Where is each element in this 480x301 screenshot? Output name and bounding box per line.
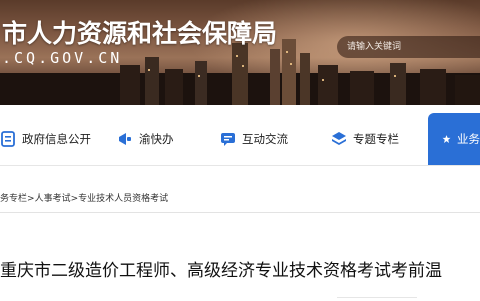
nav-item-interaction[interactable]: 互动交流 [220,113,288,165]
document-list-icon [1,131,15,147]
megaphone-icon [119,133,131,145]
nav-item-special-topics[interactable]: 专题专栏 [331,113,399,165]
site-title: 市人力资源和社会保障局 [2,19,278,48]
nav-item-label: 专题专栏 [353,132,399,146]
nav-item-gov-info[interactable]: 政府信息公开 [0,113,91,165]
nav-item-business[interactable]: 业务 [428,113,480,165]
breadcrumb-item[interactable]: 专业技术人员资格考试 [78,194,168,204]
layers-icon [332,132,346,145]
nav-item-label: 业务 [457,132,480,146]
header-banner: 市人力资源和社会保障局 .CQ.GOV.CN [0,0,480,105]
breadcrumb-item[interactable]: 人事考试 [35,194,71,204]
nav-item-label: 互动交流 [242,132,288,146]
breadcrumb-separator: > [70,194,79,204]
breadcrumb: 务专栏>人事考试>专业技术人员资格考试 [0,191,168,204]
divider [0,212,480,213]
search-box [337,36,480,58]
divider [337,297,417,301]
breadcrumb-item[interactable]: 务专栏 [0,194,27,204]
nav-item-label: 渝快办 [139,132,174,146]
site-domain: .CQ.GOV.CN [2,49,123,67]
star-icon [442,135,451,143]
breadcrumb-separator: > [27,194,35,204]
chat-icon [221,133,235,146]
nav-item-label: 政府信息公开 [22,132,91,146]
article-title: 重庆市二级造价工程师、高级经济专业技术资格考试考前温 [0,261,442,281]
nav-item-yukuaiban[interactable]: 渝快办 [117,113,174,165]
search-input[interactable] [347,36,475,58]
main-nav: 政府信息公开 渝快办 互动交流 专题专栏 业务 [0,113,480,166]
